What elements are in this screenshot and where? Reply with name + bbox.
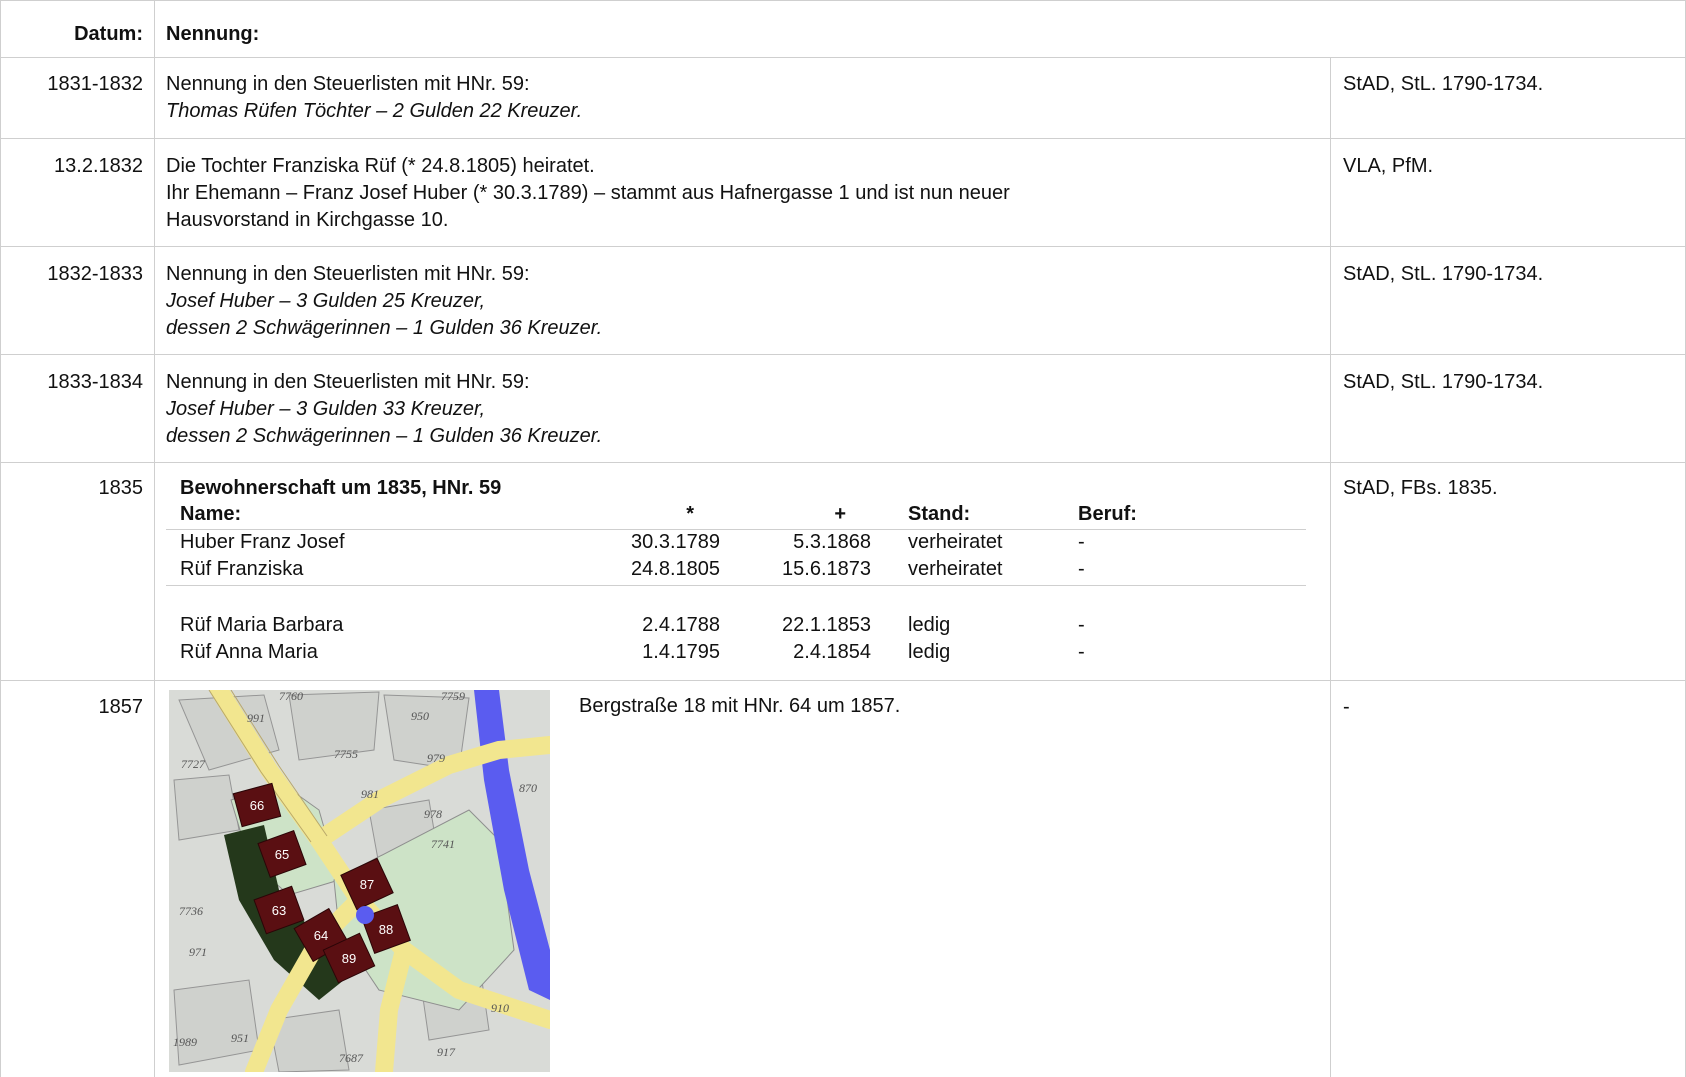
entry-line: Thomas Rüfen Töchter – 2 Gulden 22 Kreuz…	[166, 100, 583, 122]
parcel-number: 910	[491, 1001, 509, 1015]
parcel-number: 950	[411, 709, 429, 723]
resident-stand: verheiratet	[908, 558, 1003, 580]
divider	[166, 585, 1306, 586]
resident-died: 22.1.1853	[782, 614, 871, 636]
parcel-number: 870	[519, 781, 537, 795]
text-column-header: Nennung:	[166, 23, 260, 45]
table-row: 1831-1832 Nennung in den Steuerlisten mi…	[0, 57, 1686, 139]
row-date: 1831-1832	[47, 73, 143, 95]
entry-line: Ihr Ehemann – Franz Josef Huber (* 30.3.…	[166, 182, 1010, 204]
table-row: 1833-1834 Nennung in den Steuerlisten mi…	[0, 355, 1686, 463]
resident-died: 2.4.1854	[793, 641, 871, 663]
house-number: 89	[342, 951, 356, 966]
row-text: Nennung in den Steuerlisten mit HNr. 59:…	[166, 261, 1326, 342]
entry-line: Josef Huber – 3 Gulden 33 Kreuzer,	[166, 398, 486, 420]
header-row: Datum: Nennung:	[0, 0, 1686, 58]
col-born-header: *	[686, 503, 694, 525]
entry-line: Nennung in den Steuerlisten mit HNr. 59:	[166, 73, 530, 95]
resident-died: 5.3.1868	[793, 531, 871, 553]
date-column-header: Datum:	[74, 23, 143, 45]
row-source: VLA, PfM.	[1343, 155, 1434, 177]
parcel-number: 7736	[179, 904, 203, 918]
resident-name: Rüf Maria Barbara	[180, 614, 344, 636]
row-date: 13.2.1832	[54, 155, 143, 177]
parcel-number: 7687	[339, 1051, 364, 1065]
resident-name: Rüf Franziska	[180, 558, 304, 580]
parcel-number: 981	[361, 787, 379, 801]
resident-row: Huber Franz Josef 30.3.1789 5.3.1868 ver…	[166, 529, 1306, 556]
parcel-number: 978	[424, 807, 442, 821]
resident-row: Rüf Maria Barbara 2.4.1788 22.1.1853 led…	[166, 612, 1306, 639]
row-source: StAD, StL. 1790-1734.	[1343, 371, 1544, 393]
resident-born: 24.8.1805	[631, 558, 720, 580]
col-stand-header: Stand:	[908, 503, 971, 525]
house-number: 65	[275, 847, 289, 862]
residents-title-row: Bewohnerschaft um 1835, HNr. 59	[166, 475, 1306, 502]
col-died-header: +	[834, 503, 846, 525]
entry-line: Josef Huber – 3 Gulden 25 Kreuzer,	[166, 290, 486, 312]
entry-line: Nennung in den Steuerlisten mit HNr. 59:	[166, 263, 530, 285]
row-source: StAD, StL. 1790-1734.	[1343, 73, 1544, 95]
resident-stand: ledig	[908, 641, 951, 663]
row-text: Die Tochter Franziska Rüf (* 24.8.1805) …	[166, 153, 1326, 234]
entry-line: Hausvorstand in Kirchgasse 10.	[166, 209, 449, 231]
residents-title: Bewohnerschaft um 1835, HNr. 59	[180, 477, 502, 499]
resident-beruf: -	[1078, 558, 1085, 580]
house-number: 88	[379, 922, 393, 937]
entry-line: dessen 2 Schwägerinnen – 1 Gulden 36 Kre…	[166, 317, 603, 339]
row-source: StAD, StL. 1790-1734.	[1343, 263, 1544, 285]
row-date: 1833-1834	[47, 371, 143, 393]
row-date: 1832-1833	[47, 263, 143, 285]
row-text: Nennung in den Steuerlisten mit HNr. 59:…	[166, 369, 1326, 450]
parcel-number: 917	[437, 1045, 456, 1059]
entry-line: Die Tochter Franziska Rüf (* 24.8.1805) …	[166, 155, 595, 177]
parcel-number: 1989	[173, 1035, 197, 1049]
table-row: 1835 StAD, FBs. 1835. Bewohnerschaft um …	[0, 463, 1686, 681]
resident-born: 2.4.1788	[642, 614, 720, 636]
parcel-number: 7760	[279, 690, 303, 703]
row-date: 1835	[98, 477, 144, 499]
parcel-number: 7759	[441, 690, 465, 703]
row-source: -	[1343, 696, 1350, 718]
historic-map-image: 66 65 87 63 88 64 89 991 950 7755 979 77…	[169, 690, 550, 1072]
location-marker	[356, 906, 374, 924]
table-row: 1832-1833 Nennung in den Steuerlisten mi…	[0, 247, 1686, 355]
resident-row: Rüf Anna Maria 1.4.1795 2.4.1854 ledig -	[166, 639, 1306, 666]
col-name-header: Name:	[180, 503, 242, 525]
parcel-number: 991	[247, 711, 265, 725]
parcel-number: 7727	[181, 757, 206, 771]
parcel-number: 7755	[334, 747, 358, 761]
house-number: 87	[360, 877, 374, 892]
col-beruf-header: Beruf:	[1078, 503, 1137, 525]
map-caption: Bergstraße 18 mit HNr. 64 um 1857.	[579, 695, 901, 717]
resident-born: 1.4.1795	[642, 641, 720, 663]
parcel-number: 979	[427, 751, 445, 765]
resident-stand: ledig	[908, 614, 951, 636]
resident-stand: verheiratet	[908, 531, 1003, 553]
table-row: 13.2.1832 Die Tochter Franziska Rüf (* 2…	[0, 139, 1686, 247]
resident-beruf: -	[1078, 531, 1085, 553]
row-source: StAD, FBs. 1835.	[1343, 477, 1498, 499]
row-text: Nennung in den Steuerlisten mit HNr. 59:…	[166, 71, 1326, 125]
house-number: 64	[314, 928, 328, 943]
resident-row: Rüf Franziska 24.8.1805 15.6.1873 verhei…	[166, 556, 1306, 583]
resident-beruf: -	[1078, 641, 1085, 663]
row-date: 1857	[98, 696, 144, 718]
resident-died: 15.6.1873	[782, 558, 871, 580]
resident-name: Rüf Anna Maria	[180, 641, 318, 663]
resident-name: Huber Franz Josef	[180, 531, 345, 553]
entry-line: Nennung in den Steuerlisten mit HNr. 59:	[166, 371, 530, 393]
resident-beruf: -	[1078, 614, 1085, 636]
house-number: 63	[272, 903, 286, 918]
parcel-number: 7741	[431, 837, 455, 851]
residents-header-row: Name: * + Stand: Beruf:	[166, 501, 1306, 528]
resident-born: 30.3.1789	[631, 531, 720, 553]
house-number: 66	[250, 798, 264, 813]
entry-line: dessen 2 Schwägerinnen – 1 Gulden 36 Kre…	[166, 425, 603, 447]
parcel-number: 951	[231, 1031, 249, 1045]
parcel-number: 971	[189, 945, 207, 959]
map-svg: 66 65 87 63 88 64 89 991 950 7755 979 77…	[169, 690, 550, 1072]
